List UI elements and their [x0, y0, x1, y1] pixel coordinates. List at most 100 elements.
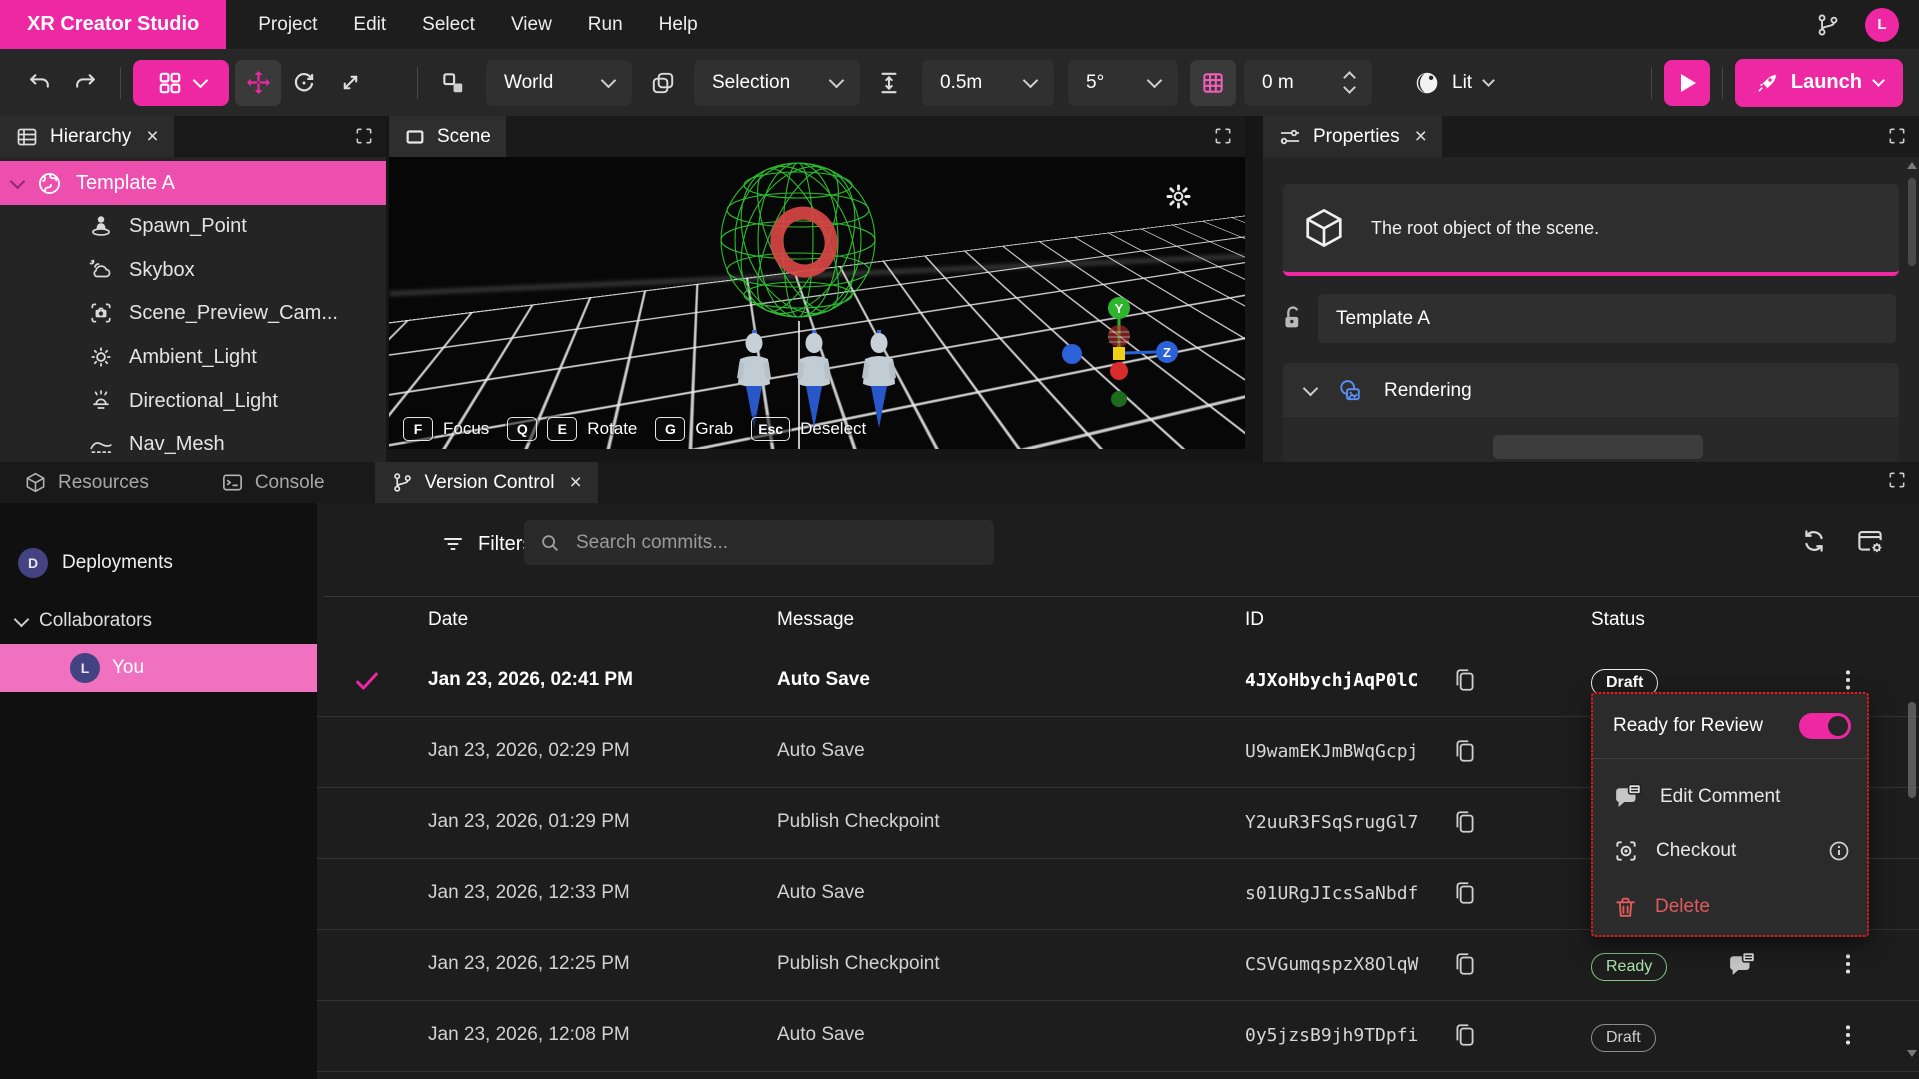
hierarchy-item-spawn-point[interactable]: Spawn_Point: [0, 206, 386, 246]
copy-id-button[interactable]: [1452, 738, 1478, 764]
tab-resources[interactable]: Resources: [8, 462, 165, 503]
move-snap-dropdown[interactable]: 0.5m: [922, 60, 1054, 106]
copy-id-button[interactable]: [1452, 1022, 1478, 1048]
rotate-snap-dropdown[interactable]: 5°: [1068, 60, 1178, 106]
step-down-icon[interactable]: [1343, 81, 1356, 94]
tool-palette-button[interactable]: [133, 60, 229, 106]
redo-button[interactable]: [62, 60, 108, 106]
checkout-icon: [1613, 838, 1639, 864]
commit-row[interactable]: Jan 23, 2026, 12:25 PMPublish Checkpoint…: [317, 930, 1919, 1001]
search-icon: [539, 532, 561, 554]
expand-panel-icon[interactable]: [1887, 470, 1907, 490]
height-stepper[interactable]: 0 m: [1244, 60, 1372, 106]
avatar-figure[interactable]: [795, 330, 833, 430]
wireframe-sphere[interactable]: [718, 158, 878, 326]
selection-mode-dropdown[interactable]: Selection: [694, 60, 860, 106]
tab-version-control[interactable]: Version Control×: [375, 462, 598, 503]
menu-help[interactable]: Help: [641, 0, 716, 49]
object-name-field[interactable]: [1318, 294, 1896, 343]
vertical-extent-button[interactable]: [866, 60, 912, 106]
commit-row[interactable]: Jan 23, 2026, 12:08 PMAuto Save0y5jzsB9j…: [317, 1001, 1919, 1072]
scroll-up-arrow[interactable]: [1907, 162, 1917, 169]
menu-item-checkout[interactable]: Checkout: [1593, 828, 1867, 874]
row-menu-button[interactable]: [1835, 950, 1861, 978]
scroll-down-arrow[interactable]: [1907, 1050, 1917, 1057]
undo-button[interactable]: [16, 60, 62, 106]
refresh-icon[interactable]: [1800, 527, 1828, 555]
lock-unlocked-icon[interactable]: [1279, 304, 1307, 332]
sidebar-item-collaborators[interactable]: Collaborators: [0, 599, 317, 643]
sidebar-item-deployments[interactable]: D Deployments: [0, 539, 317, 587]
hierarchy-item-scene-preview-cam-[interactable]: Scene_Preview_Cam...: [0, 293, 386, 333]
tab-console[interactable]: Console: [205, 462, 341, 503]
grid-snap-toggle-button[interactable]: [1190, 60, 1236, 106]
copy-id-button[interactable]: [1452, 951, 1478, 977]
hierarchy-item-nav-mesh[interactable]: Nav_Mesh: [0, 424, 386, 462]
move-tool-button[interactable]: [235, 60, 281, 106]
commit-settings-icon[interactable]: [1855, 527, 1885, 557]
pivot-mode-button[interactable]: [430, 60, 476, 106]
app-title: XR Creator Studio: [0, 0, 226, 49]
overlap-mode-button[interactable]: [640, 60, 686, 106]
avatar-figure[interactable]: [860, 330, 898, 430]
scene-viewport[interactable]: Y Z FFocusQERotateGGrabEscDeselect: [389, 157, 1245, 449]
close-icon[interactable]: ×: [1415, 126, 1427, 147]
expand-panel-icon[interactable]: [1887, 126, 1907, 146]
menu-view[interactable]: View: [493, 0, 570, 49]
version-control-branch-icon[interactable]: [1815, 12, 1841, 38]
hierarchy-item-root[interactable]: Template A: [0, 161, 386, 205]
close-icon[interactable]: ×: [146, 126, 158, 147]
expand-panel-icon[interactable]: [1213, 126, 1233, 146]
menu-item-edit-comment[interactable]: Edit Comment: [1593, 774, 1867, 820]
section-rendering[interactable]: Rendering: [1283, 363, 1899, 418]
comment-icon[interactable]: [1727, 950, 1757, 980]
close-icon[interactable]: ×: [569, 472, 581, 493]
tab-hierarchy[interactable]: Hierarchy ×: [0, 116, 174, 157]
transform-gizmo[interactable]: Y Z: [1059, 297, 1189, 417]
info-icon[interactable]: [1827, 839, 1851, 863]
copy-id-button[interactable]: [1452, 880, 1478, 906]
user-avatar[interactable]: L: [1865, 8, 1899, 42]
column-status[interactable]: Status: [1591, 609, 1645, 631]
tab-label: Scene: [437, 126, 491, 148]
commit-id: U9wamEKJmBWqGcpj: [1245, 741, 1418, 762]
coordinate-space-dropdown[interactable]: World: [486, 60, 632, 106]
hierarchy-item-ambient-light[interactable]: Ambient_Light: [0, 337, 386, 377]
search-commits-input[interactable]: [574, 531, 979, 555]
scene-settings-gear-icon[interactable]: [1165, 183, 1192, 210]
avatar-figure[interactable]: [735, 330, 773, 430]
menu-select[interactable]: Select: [404, 0, 493, 49]
coordinate-space-value: World: [504, 72, 553, 94]
shading-mode-dropdown[interactable]: Lit: [1396, 60, 1511, 106]
menu-project[interactable]: Project: [240, 0, 335, 49]
hierarchy-item-skybox[interactable]: Skybox: [0, 250, 386, 290]
hierarchy-item-directional-light[interactable]: Directional_Light: [0, 381, 386, 421]
column-id[interactable]: ID: [1245, 609, 1264, 631]
row-menu-button[interactable]: [1835, 1021, 1861, 1049]
commit-id: 0y5jzsB9jh9TDpfi: [1245, 1025, 1418, 1046]
menu-run[interactable]: Run: [570, 0, 641, 49]
ready-for-review-toggle[interactable]: [1799, 713, 1851, 739]
row-menu-button[interactable]: [1835, 666, 1861, 694]
menu-item-delete[interactable]: Delete: [1593, 884, 1867, 930]
search-commits-box[interactable]: [524, 520, 994, 565]
tab-scene[interactable]: Scene: [389, 116, 506, 157]
hierarchy-item-label: Nav_Mesh: [129, 433, 225, 456]
play-button[interactable]: [1664, 60, 1710, 106]
hierarchy-item-label: Ambient_Light: [129, 346, 257, 369]
column-date[interactable]: Date: [428, 609, 468, 631]
tab-properties[interactable]: Properties ×: [1263, 116, 1442, 157]
menu-edit[interactable]: Edit: [335, 0, 404, 49]
sidebar-item-you[interactable]: L You: [0, 644, 317, 692]
commit-id: Y2uuR3FSqSrugGl7: [1245, 812, 1418, 833]
properties-scrollbar[interactable]: [1908, 178, 1916, 266]
tab-icon: [391, 471, 414, 494]
bottom-scrollbar[interactable]: [1908, 702, 1916, 798]
scale-tool-button[interactable]: [327, 60, 373, 106]
column-message[interactable]: Message: [777, 609, 854, 631]
launch-button[interactable]: Launch: [1735, 59, 1903, 107]
copy-id-button[interactable]: [1452, 667, 1478, 693]
copy-id-button[interactable]: [1452, 809, 1478, 835]
expand-panel-icon[interactable]: [354, 126, 374, 146]
rotate-tool-button[interactable]: [281, 60, 327, 106]
